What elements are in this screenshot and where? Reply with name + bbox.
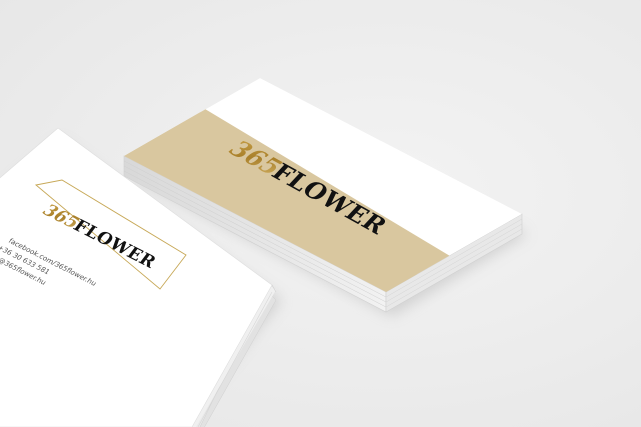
business-card-mockup: 365 FLOWER 365 FLOWER facebook.com/365fl… xyxy=(0,0,641,427)
mockup-canvas: 365 FLOWER 365 FLOWER facebook.com/365fl… xyxy=(0,78,528,427)
